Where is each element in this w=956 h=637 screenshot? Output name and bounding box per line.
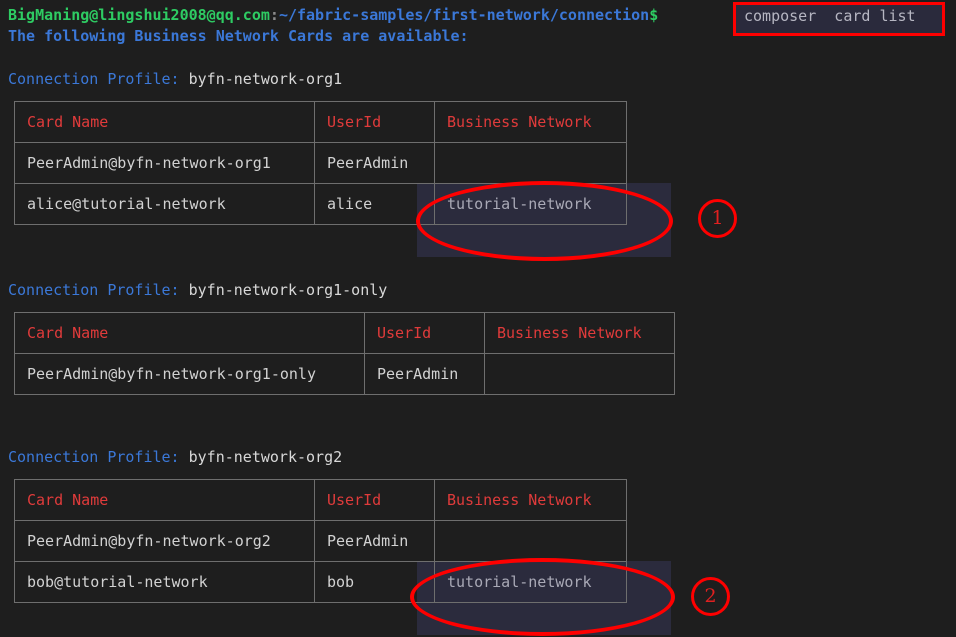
cell-business-network <box>484 353 675 395</box>
cell-card-name: alice@tutorial-network <box>14 183 315 225</box>
header-user-id: UserId <box>314 479 435 521</box>
header-card-name: Card Name <box>14 312 365 354</box>
connection-profile-3: Connection Profile: byfn-network-org2 <box>8 450 342 465</box>
header-business-network: Business Network <box>434 479 627 521</box>
header-business-network: Business Network <box>484 312 675 354</box>
connection-profile-label: Connection Profile: <box>8 70 180 88</box>
card-table-3: Card Name UserId Business Network PeerAd… <box>14 479 627 603</box>
table-row: PeerAdmin@byfn-network-org1-only PeerAdm… <box>14 353 675 395</box>
cell-user-id: bob <box>314 561 435 603</box>
cell-card-name: PeerAdmin@byfn-network-org1-only <box>14 353 365 395</box>
prompt-path: ~/fabric-samples/first-network/connectio… <box>278 6 650 24</box>
connection-profile-label: Connection Profile: <box>8 448 180 466</box>
card-table-1: Card Name UserId Business Network PeerAd… <box>14 101 627 225</box>
annotation-badge-1-label: 1 <box>711 207 724 229</box>
connection-profile-2: Connection Profile: byfn-network-org1-on… <box>8 283 387 298</box>
card-table-2: Card Name UserId Business Network PeerAd… <box>14 312 675 395</box>
connection-profile-value: byfn-network-org1 <box>188 70 343 88</box>
header-user-id: UserId <box>364 312 485 354</box>
prompt-user-host: BigManing@lingshui2008@qq.com <box>8 6 270 24</box>
cell-card-name: PeerAdmin@byfn-network-org1 <box>14 142 315 184</box>
table-header-row: Card Name UserId Business Network <box>14 312 675 354</box>
prompt-separator: : <box>269 6 279 24</box>
table-row: PeerAdmin@byfn-network-org2 PeerAdmin <box>14 520 627 562</box>
annotation-badge-2-label: 2 <box>704 585 717 607</box>
terminal-window: BigManing@lingshui2008@qq.com:~/fabric-s… <box>0 0 956 637</box>
table-row: bob@tutorial-network bob tutorial-networ… <box>14 561 627 603</box>
table-header-row: Card Name UserId Business Network <box>14 479 627 521</box>
connection-profile-1: Connection Profile: byfn-network-org1 <box>8 72 342 87</box>
cell-business-network <box>434 520 627 562</box>
cell-business-network <box>434 142 627 184</box>
connection-profile-value: byfn-network-org2 <box>188 448 343 466</box>
header-card-name: Card Name <box>14 101 315 143</box>
cell-user-id: PeerAdmin <box>364 353 485 395</box>
prompt-sigil: $ <box>649 6 659 24</box>
connection-profile-label: Connection Profile: <box>8 281 180 299</box>
table-row: alice@tutorial-network alice tutorial-ne… <box>14 183 627 225</box>
annotation-badge-1: 1 <box>698 199 737 238</box>
cell-card-name: PeerAdmin@byfn-network-org2 <box>14 520 315 562</box>
cell-user-id: alice <box>314 183 435 225</box>
header-business-network: Business Network <box>434 101 627 143</box>
cell-business-network: tutorial-network <box>434 183 627 225</box>
header-card-name: Card Name <box>14 479 315 521</box>
cell-card-name: bob@tutorial-network <box>14 561 315 603</box>
table-row: PeerAdmin@byfn-network-org1 PeerAdmin <box>14 142 627 184</box>
cell-business-network: tutorial-network <box>434 561 627 603</box>
table-header-row: Card Name UserId Business Network <box>14 101 627 143</box>
annotation-badge-2: 2 <box>691 577 730 616</box>
cell-user-id: PeerAdmin <box>314 142 435 184</box>
output-message: The following Business Network Cards are… <box>8 27 469 45</box>
cell-user-id: PeerAdmin <box>314 520 435 562</box>
header-user-id: UserId <box>314 101 435 143</box>
shell-prompt-line: BigManing@lingshui2008@qq.com:~/fabric-s… <box>8 8 658 23</box>
typed-command[interactable]: composer card list <box>744 9 916 24</box>
connection-profile-value: byfn-network-org1-only <box>188 281 388 299</box>
